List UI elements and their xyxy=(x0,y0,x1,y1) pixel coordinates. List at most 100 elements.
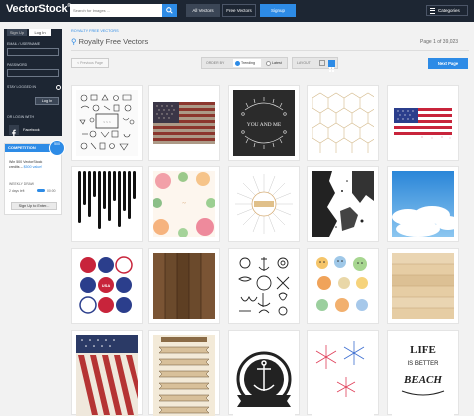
order-by-label: ORDER BY xyxy=(206,61,225,65)
thumbnail-fireworks[interactable] xyxy=(307,330,379,416)
password-field[interactable] xyxy=(7,69,59,77)
thumbnail-glitter-american-flag[interactable] xyxy=(387,85,459,161)
categories-button[interactable]: Categories xyxy=(426,5,468,16)
competition-panel: COMPETITION 500 Win 500 VectorStock cred… xyxy=(4,140,65,215)
search-button[interactable] xyxy=(162,4,177,17)
fireworks-image xyxy=(315,341,365,397)
lettering-beach: BEACH xyxy=(403,374,442,386)
thumbnail-sunburst-labels[interactable] xyxy=(228,166,300,242)
order-latest-option[interactable]: Latest xyxy=(264,59,286,67)
email-label: EMAIL / USERNAME xyxy=(7,42,41,46)
you-and-me-text: YOU AND ME xyxy=(247,122,282,128)
login-panel: Sign Up Log In EMAIL / USERNAME PASSWORD… xyxy=(4,29,62,137)
stay-logged-in-label: STAY LOGGED IN xyxy=(7,85,36,89)
grid-layout-icon[interactable] xyxy=(328,60,335,72)
breadcrumb[interactable]: ROYALTY FREE VECTORS xyxy=(71,29,119,33)
stay-logged-in-checkbox[interactable] xyxy=(56,85,61,90)
thumbnail-watercolor-flowers[interactable]: ~ xyxy=(148,166,220,242)
cartoon-animals-image xyxy=(316,256,368,312)
wood-planks-dark-image xyxy=(153,253,215,319)
competition-value: $500 value! xyxy=(23,165,43,169)
progress-bar xyxy=(37,189,45,192)
facebook-glyph xyxy=(12,129,16,137)
sky-clouds-image xyxy=(392,206,454,237)
grunge-flag-image xyxy=(153,102,215,144)
doodle-icons-image: ~ ~ ~ xyxy=(79,94,135,151)
email-field[interactable] xyxy=(7,48,59,56)
free-vectors-button[interactable]: Free Vectors xyxy=(222,4,256,17)
thumbnail-beach-lettering[interactable]: LIFE IS BETTER BEACH xyxy=(387,330,459,416)
sign-up-to-enter-button[interactable]: Sign Up to Enter... xyxy=(11,202,57,210)
wood-planks-light-image xyxy=(392,253,454,309)
previous-page-button[interactable]: < Previous Page xyxy=(71,58,109,68)
thumbnail-vintage-flag-stripes[interactable] xyxy=(71,330,143,416)
vectorstock-logo[interactable]: VectorStock® xyxy=(6,3,71,15)
layout-label: LAYOUT xyxy=(297,61,311,65)
facebook-icon[interactable] xyxy=(9,125,19,137)
sunburst-labels-image xyxy=(235,174,293,234)
ribbon-banners-image xyxy=(158,337,210,414)
thumbnail-cartoon-animals[interactable] xyxy=(307,248,379,324)
thumbnail-wood-planks-dark[interactable] xyxy=(148,248,220,324)
thumbnail-grunge-texture[interactable] xyxy=(307,166,379,242)
login-button[interactable]: Log In xyxy=(35,97,59,105)
trending-label: Trending xyxy=(241,61,256,65)
vintage-flag-image xyxy=(76,335,138,415)
competition-description: Win 500 VectorStock credits – $500 value… xyxy=(9,160,49,170)
search-icon: ⚲ xyxy=(71,37,79,46)
thumbnail-sky-clouds[interactable] xyxy=(387,166,459,242)
all-vectors-button[interactable]: All Vectors xyxy=(186,4,220,17)
competition-badge: 500 xyxy=(49,140,65,156)
american-badges-image: USA xyxy=(79,256,133,314)
tab-sign-up[interactable]: Sign Up xyxy=(7,29,27,36)
tab-log-in[interactable]: Log In xyxy=(29,29,51,36)
radio-icon xyxy=(266,61,271,66)
beach-lettering-image: LIFE IS BETTER BEACH xyxy=(401,344,445,396)
thumbnail-hexagon-pattern[interactable] xyxy=(307,85,379,161)
lettering-life: LIFE xyxy=(410,344,436,356)
thumbnail-anchor-emblem[interactable] xyxy=(228,330,300,416)
chalkboard-wreath-image: YOU AND ME xyxy=(241,97,287,149)
latest-label: Latest xyxy=(272,61,282,65)
thumbnail-ribbon-banners[interactable] xyxy=(148,330,220,416)
thumbnail-wood-planks-light[interactable] xyxy=(387,248,459,324)
thumbnail-nautical-set[interactable] xyxy=(228,248,300,324)
weekly-draw-label: WEEKLY DRAW xyxy=(9,182,34,186)
layout-control: LAYOUT xyxy=(292,57,338,72)
svg-text:~: ~ xyxy=(182,201,186,207)
page-title-text: Royalty Free Vectors xyxy=(78,37,149,46)
halftone-drips-image xyxy=(78,171,136,229)
thumbnail-halftone-drips[interactable] xyxy=(71,166,143,242)
single-layout-icon[interactable] xyxy=(319,60,325,66)
countdown-time: 00:00 xyxy=(47,189,56,193)
logo-text: VectorStock xyxy=(6,3,68,15)
glitter-flag-image xyxy=(394,108,452,139)
radio-selected-icon xyxy=(235,61,240,66)
password-label: PASSWORD xyxy=(7,63,28,67)
thumbnail-chalkboard-wreath[interactable]: YOU AND ME xyxy=(228,85,300,161)
thumbnail-doodle-icons[interactable]: ~ ~ ~ xyxy=(71,85,143,161)
days-left-label: 2 days left xyxy=(9,189,25,193)
nautical-set-image xyxy=(238,257,290,316)
page-title: ⚲ Royalty Free Vectors xyxy=(71,37,148,46)
facebook-login-label[interactable]: Facebook xyxy=(23,128,40,132)
search-input[interactable] xyxy=(70,4,162,17)
or-login-with-label: OR LOGIN WITH xyxy=(7,115,35,119)
anchor-emblem-image xyxy=(236,351,292,407)
top-navigation-bar: VectorStock® All Vectors Free Vectors Si… xyxy=(0,0,474,22)
order-by-control: ORDER BY Trending Latest xyxy=(201,57,288,69)
categories-label: Categories xyxy=(438,8,460,13)
search-icon xyxy=(166,7,173,14)
hexagon-pattern-image xyxy=(312,92,374,153)
page-info: Page 1 of 39,023 xyxy=(420,39,459,45)
next-page-button[interactable]: Next Page xyxy=(428,58,468,69)
thumbnail-grunge-american-flag[interactable] xyxy=(148,85,220,161)
usa-badge-text: USA xyxy=(102,283,111,288)
signup-button[interactable]: Signup xyxy=(260,4,296,17)
grunge-texture-image xyxy=(312,171,374,237)
thumbnail-american-badges[interactable]: USA xyxy=(71,248,143,324)
svg-text:~ ~ ~: ~ ~ ~ xyxy=(103,120,111,124)
order-trending-option[interactable]: Trending xyxy=(233,59,261,67)
menu-icon xyxy=(430,8,435,14)
watercolor-flowers-image: ~ xyxy=(153,172,215,237)
